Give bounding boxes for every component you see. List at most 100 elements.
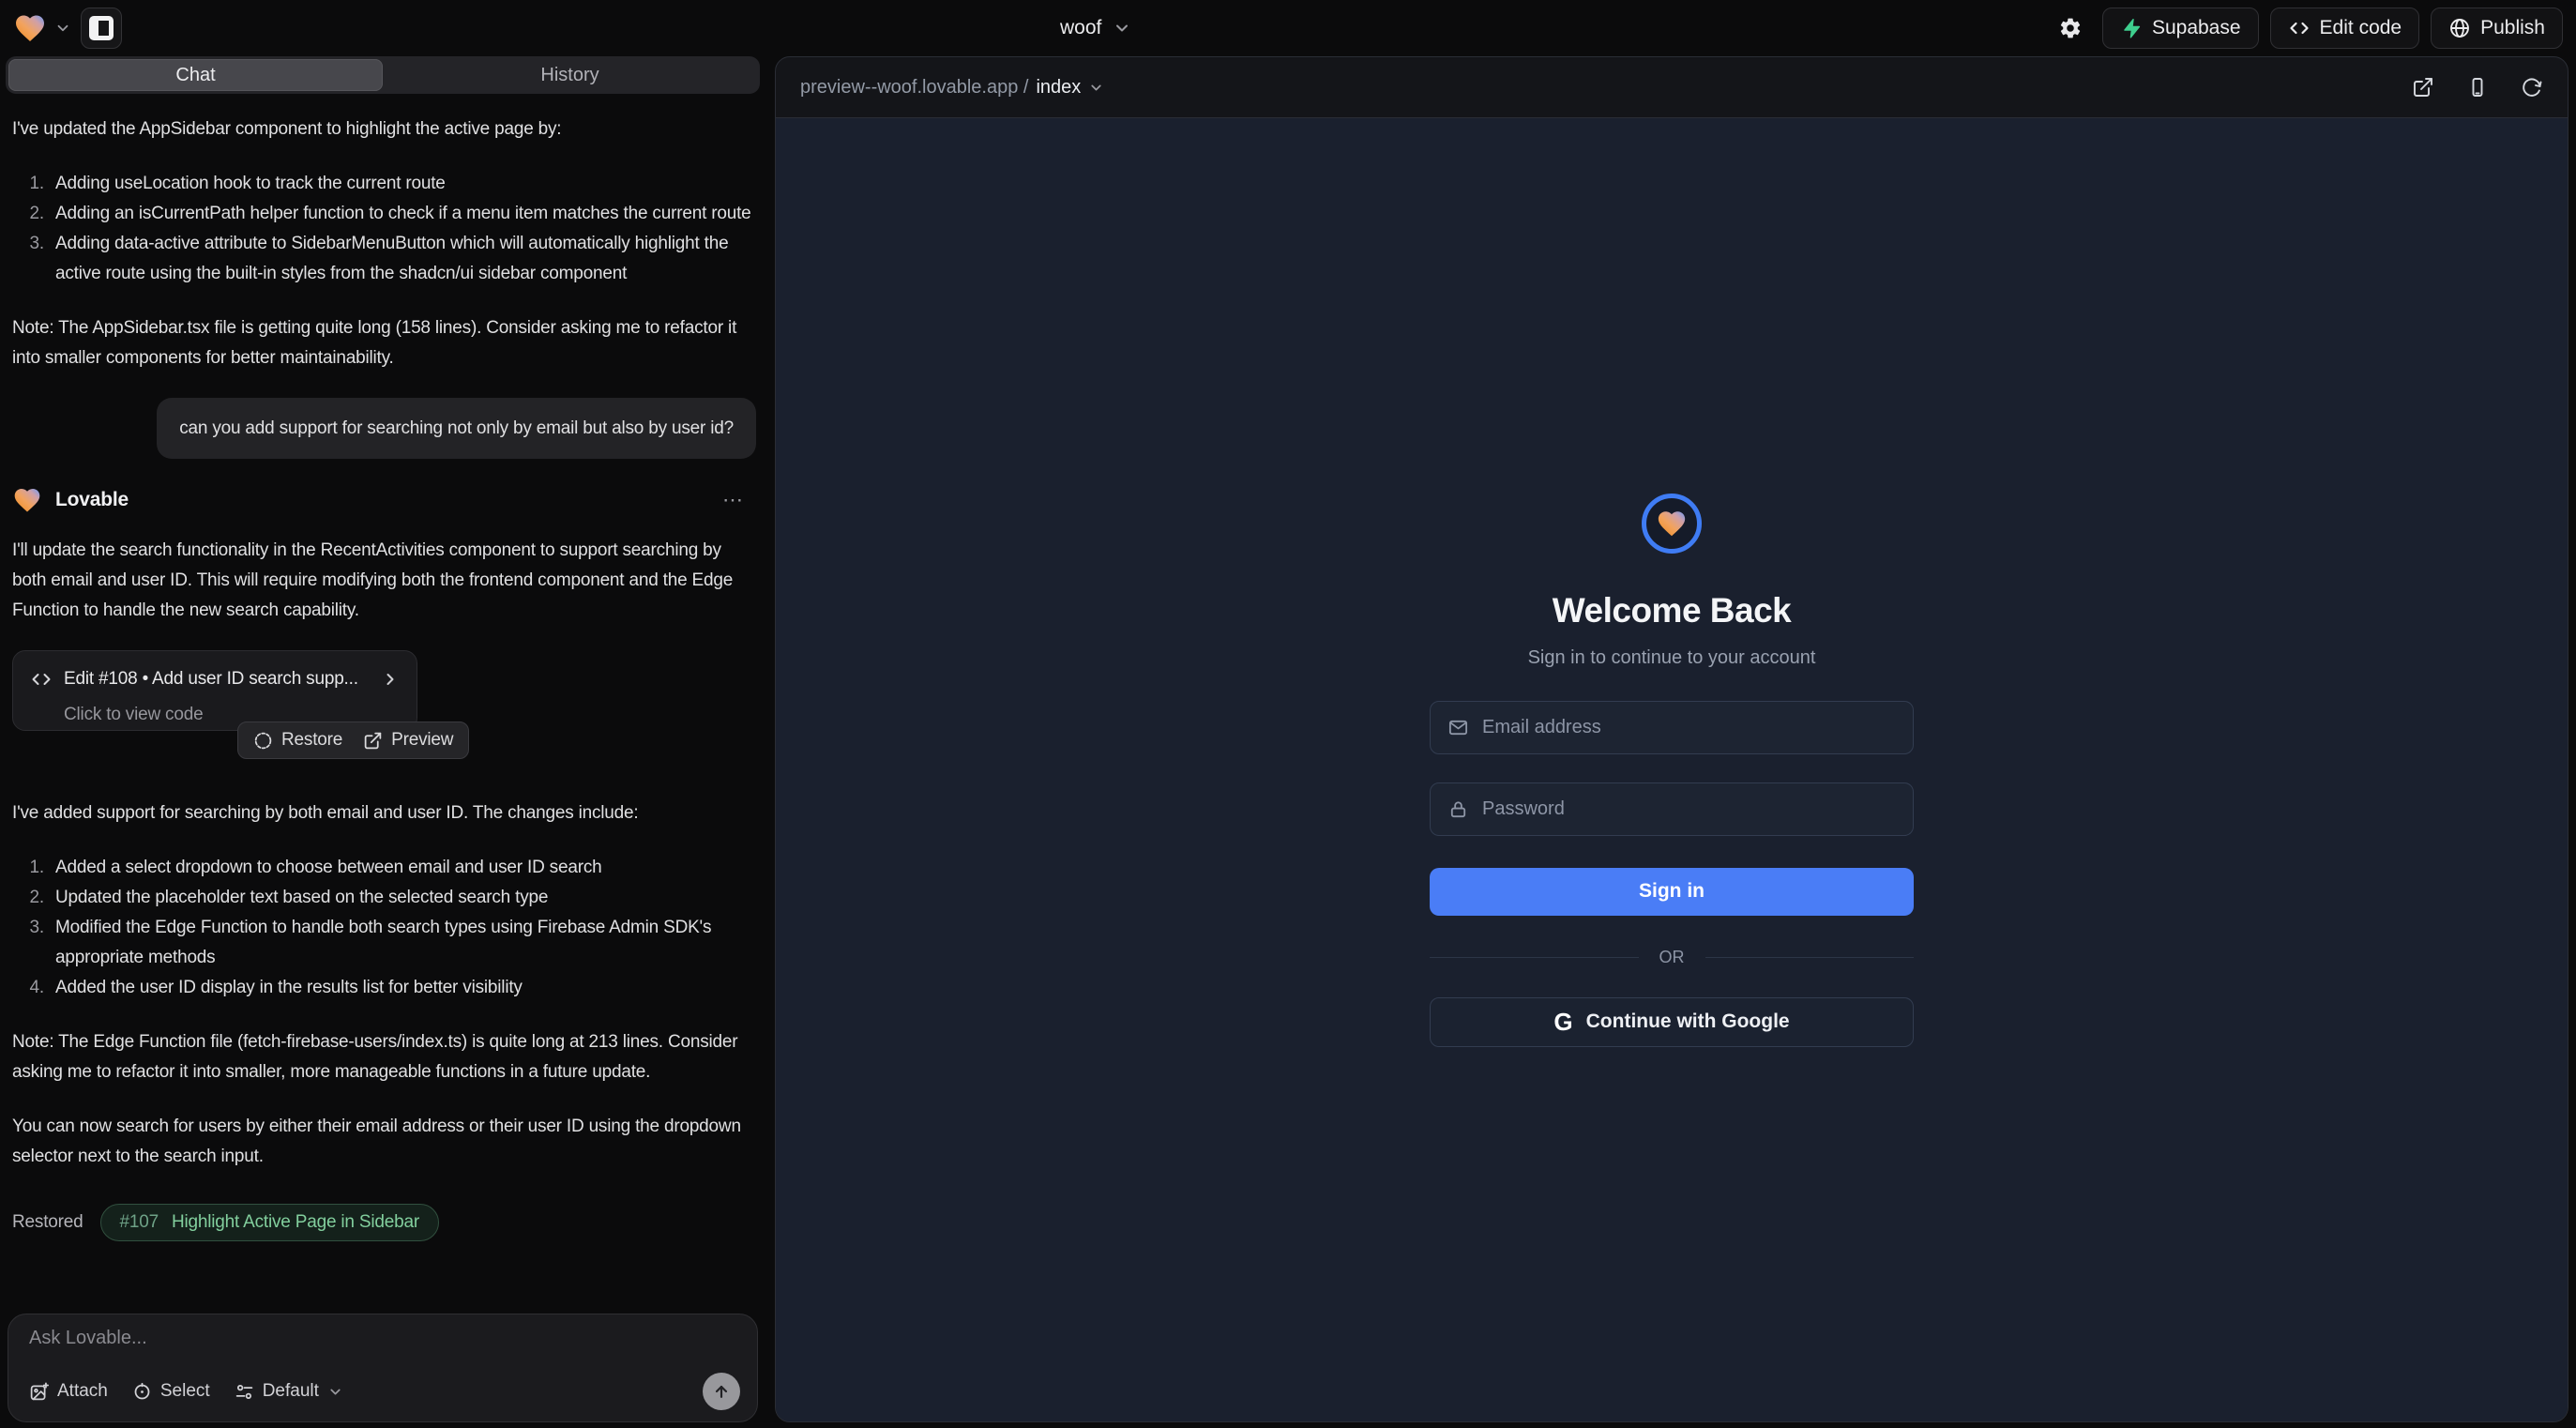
google-g-icon: G	[1553, 1008, 1572, 1037]
chevron-down-icon	[1113, 19, 1131, 38]
chevron-down-icon	[54, 20, 71, 37]
assistant-header: Lovable ⋯	[12, 485, 756, 515]
list-item: 4.Added the user ID display in the resul…	[23, 973, 755, 1003]
numbered-list: 1.Adding useLocation hook to track the c…	[23, 169, 756, 289]
password-field[interactable]	[1430, 782, 1914, 836]
chevron-down-icon	[327, 1384, 343, 1400]
gear-icon	[2058, 16, 2083, 40]
project-title-menu[interactable]: woof	[1060, 0, 1131, 56]
open-in-new-tab-button[interactable]	[2412, 76, 2434, 99]
chevron-right-icon	[381, 670, 400, 689]
version-id: #107	[120, 1208, 159, 1238]
chat-input[interactable]	[29, 1328, 740, 1349]
edit-card-title: Edit #108 • Add user ID search supp...	[64, 664, 358, 694]
send-arrow-up-icon	[712, 1382, 731, 1401]
attach-image-icon	[29, 1382, 49, 1402]
restore-history-icon	[253, 731, 273, 751]
email-field[interactable]	[1430, 701, 1914, 754]
select-target-icon	[132, 1382, 152, 1402]
edit-card-toolbar: Restore Preview	[237, 722, 469, 759]
restored-row: Restored #107 Highlight Active Page in S…	[12, 1204, 756, 1241]
lovable-heart-avatar	[12, 485, 42, 515]
globe-icon	[2448, 17, 2471, 39]
publish-label: Publish	[2480, 17, 2545, 39]
list-item: 2.Updated the placeholder text based on …	[23, 883, 755, 913]
mode-selector[interactable]: Default	[235, 1381, 343, 1402]
auth-subtitle: Sign in to continue to your account	[1528, 647, 1816, 669]
email-input[interactable]	[1482, 717, 1896, 738]
supabase-button[interactable]: Supabase	[2102, 8, 2259, 49]
assistant-paragraph: I've added support for searching by both…	[12, 798, 755, 828]
mobile-device-icon	[2466, 76, 2489, 99]
list-item: 1.Added a select dropdown to choose betw…	[23, 853, 755, 883]
user-message-bubble: can you add support for searching not on…	[157, 398, 756, 459]
chat-history-tabs: Chat History	[6, 56, 760, 94]
numbered-list: 1.Added a select dropdown to choose betw…	[23, 853, 756, 1003]
edit-version-card[interactable]: Edit #108 • Add user ID search supp... C…	[12, 650, 417, 731]
assistant-paragraph: I'll update the search functionality in …	[12, 536, 755, 626]
preview-content: Welcome Back Sign in to continue to your…	[776, 117, 2568, 1421]
code-brackets-icon	[30, 668, 53, 691]
google-sign-in-button[interactable]: G Continue with Google	[1430, 997, 1914, 1047]
message-menu-button[interactable]: ⋯	[722, 485, 745, 515]
assistant-note: Note: The Edge Function file (fetch-fire…	[12, 1027, 755, 1087]
edit-code-label: Edit code	[2320, 17, 2402, 39]
sign-in-button[interactable]: Sign in	[1430, 868, 1914, 916]
restored-label: Restored	[12, 1208, 83, 1238]
preview-button[interactable]: Preview	[363, 725, 453, 755]
auth-card: Welcome Back Sign in to continue to your…	[1430, 494, 1914, 1047]
refresh-icon	[2521, 76, 2543, 99]
edit-code-button[interactable]: Edit code	[2270, 8, 2420, 49]
publish-button[interactable]: Publish	[2431, 8, 2563, 49]
heart-logo-icon	[1656, 508, 1688, 539]
chat-panel: Chat History I've updated the AppSidebar…	[0, 56, 765, 1428]
lovable-heart-icon	[13, 11, 47, 45]
assistant-note: Note: The AppSidebar.tsx file is getting…	[12, 313, 755, 373]
supabase-label: Supabase	[2152, 17, 2241, 39]
assistant-paragraph: You can now search for users by either t…	[12, 1112, 755, 1172]
send-button[interactable]	[703, 1373, 740, 1410]
project-name: woof	[1060, 17, 1101, 39]
restored-version-pill[interactable]: #107 Highlight Active Page in Sidebar	[100, 1204, 439, 1241]
code-brackets-icon	[2288, 17, 2311, 39]
list-item: 2.Adding an isCurrentPath helper functio…	[23, 199, 755, 229]
external-link-icon	[2412, 76, 2434, 99]
settings-button[interactable]	[2050, 8, 2091, 49]
preview-panel: preview--woof.lovable.app / index	[775, 56, 2568, 1422]
lovable-logo-menu[interactable]	[13, 11, 71, 45]
assistant-name: Lovable	[55, 485, 129, 515]
external-link-icon	[363, 731, 383, 751]
chat-messages[interactable]: I've updated the AppSidebar component to…	[0, 94, 765, 1304]
sliders-icon	[235, 1382, 254, 1402]
sidebar-toggle-button[interactable]	[81, 8, 122, 49]
top-bar: woof Supabase Edit code Publish	[0, 0, 2576, 56]
select-button[interactable]: Select	[132, 1381, 210, 1402]
or-divider: OR	[1430, 948, 1914, 967]
version-title: Highlight Active Page in Sidebar	[172, 1208, 419, 1238]
tab-chat[interactable]: Chat	[8, 59, 383, 91]
password-input[interactable]	[1482, 798, 1896, 820]
or-label: OR	[1659, 948, 1685, 967]
edit-card-wrapper: Edit #108 • Add user ID search supp... C…	[12, 650, 756, 761]
preview-header: preview--woof.lovable.app / index	[776, 57, 2568, 117]
user-message-row: can you add support for searching not on…	[12, 398, 756, 459]
restore-button[interactable]: Restore	[253, 725, 342, 755]
auth-title: Welcome Back	[1553, 591, 1792, 630]
preview-url-selector[interactable]: preview--woof.lovable.app / index	[800, 77, 1104, 99]
preview-page: index	[1036, 77, 1081, 99]
supabase-bolt-icon	[2120, 17, 2143, 39]
preview-url: preview--woof.lovable.app /	[800, 77, 1028, 99]
list-item: 1.Adding useLocation hook to track the c…	[23, 169, 755, 199]
mobile-view-button[interactable]	[2466, 76, 2489, 99]
google-button-label: Continue with Google	[1586, 1010, 1790, 1033]
assistant-paragraph: I've updated the AppSidebar component to…	[12, 114, 755, 144]
chevron-down-icon	[1088, 80, 1104, 96]
app-logo	[1642, 494, 1702, 554]
panel-left-icon	[89, 16, 114, 40]
list-item: 3.Adding data-active attribute to Sideba…	[23, 229, 755, 289]
lock-icon	[1447, 798, 1469, 820]
list-item: 3.Modified the Edge Function to handle b…	[23, 913, 755, 973]
refresh-button[interactable]	[2521, 76, 2543, 99]
attach-button[interactable]: Attach	[29, 1381, 108, 1402]
tab-history[interactable]: History	[383, 59, 757, 91]
